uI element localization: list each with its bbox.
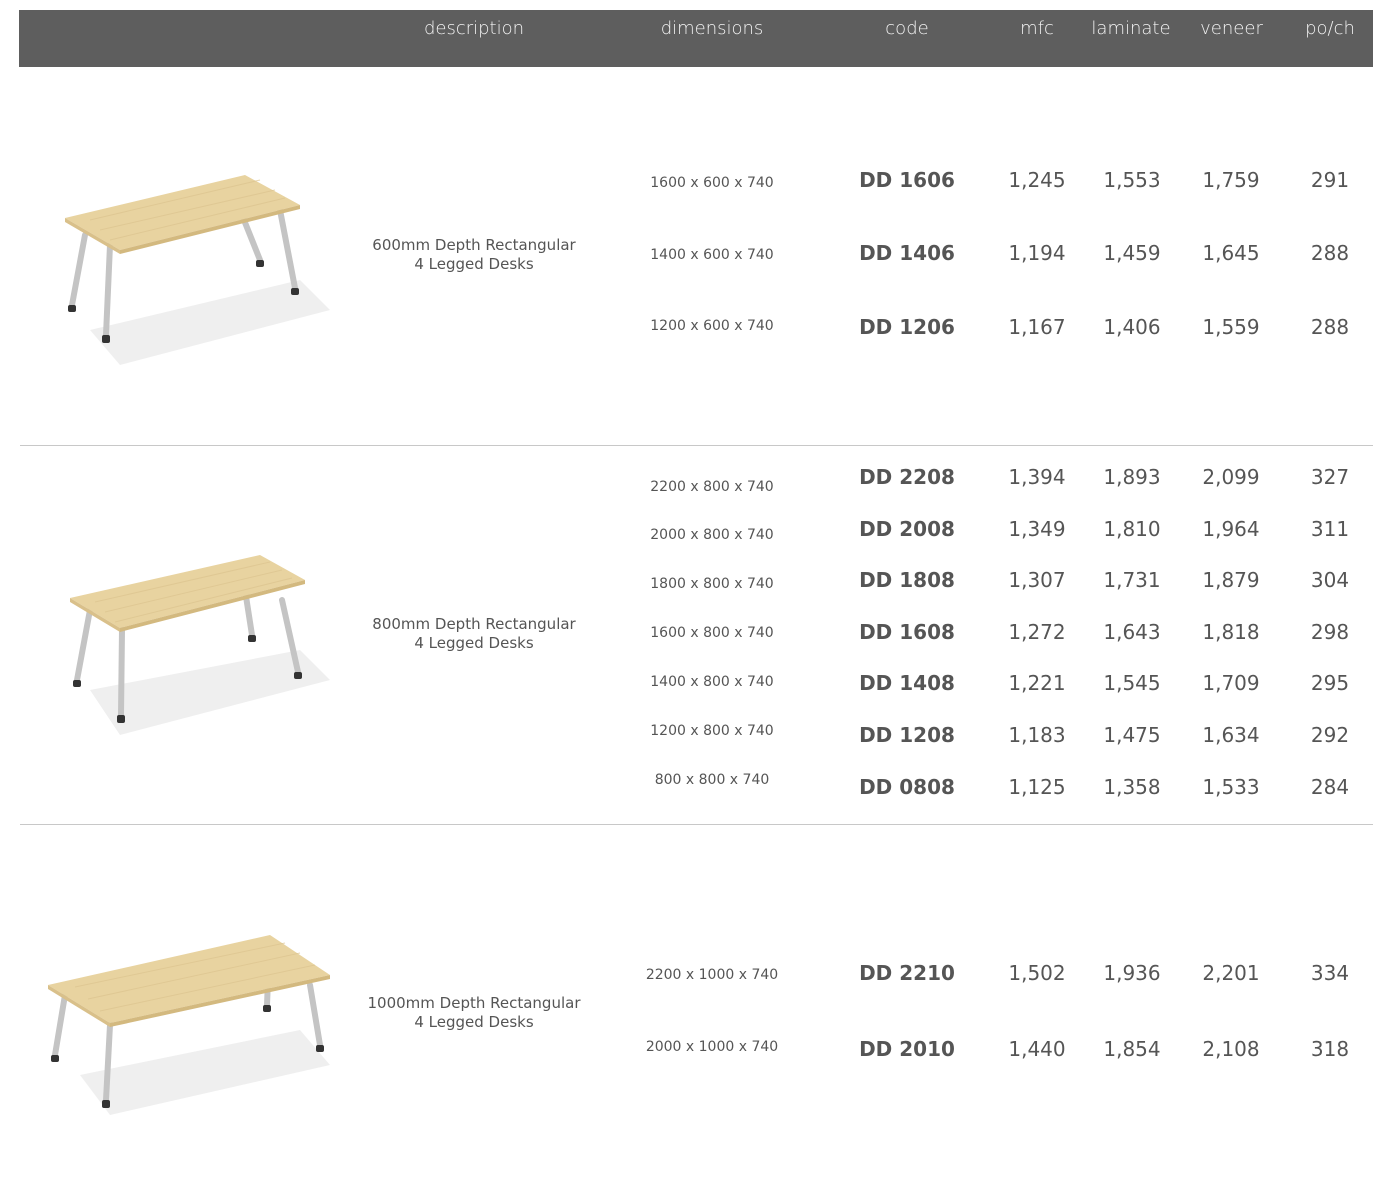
code-cell: DD 1406 (859, 241, 955, 265)
poch-cell: 304 (1310, 568, 1350, 592)
code-cell: DD 0808 (859, 775, 955, 799)
table-row: 1200 x 800 x 740 DD 1208 1,183 1,475 1,6… (0, 723, 1373, 753)
poch-cell: 288 (1310, 241, 1350, 265)
header-dimensions: dimensions (660, 18, 764, 39)
dimensions-cell: 1600 x 800 x 740 (650, 625, 774, 641)
dimensions-cell: 800 x 800 x 740 (654, 772, 770, 788)
table-row: 2000 x 800 x 740 DD 2008 1,349 1,810 1,9… (0, 517, 1373, 547)
mfc-cell: 1,440 (1008, 1037, 1066, 1061)
mfc-cell: 1,125 (1008, 775, 1066, 799)
mfc-cell: 1,349 (1008, 517, 1066, 541)
code-cell: DD 2010 (859, 1037, 955, 1061)
group-description: 1000mm Depth Rectangular 4 Legged Desks (344, 994, 604, 1032)
header-description: description (423, 18, 525, 39)
code-cell: DD 2208 (859, 465, 955, 489)
veneer-cell: 1,879 (1202, 568, 1260, 592)
mfc-cell: 1,272 (1008, 620, 1066, 644)
veneer-cell: 1,818 (1202, 620, 1260, 644)
veneer-cell: 2,108 (1202, 1037, 1260, 1061)
code-cell: DD 1208 (859, 723, 955, 747)
group-divider (20, 445, 1373, 446)
veneer-cell: 2,201 (1202, 961, 1260, 985)
description-line: 1000mm Depth Rectangular (367, 994, 581, 1012)
poch-cell: 292 (1310, 723, 1350, 747)
mfc-cell: 1,502 (1008, 961, 1066, 985)
mfc-cell: 1,307 (1008, 568, 1066, 592)
laminate-cell: 1,936 (1103, 961, 1161, 985)
laminate-cell: 1,810 (1103, 517, 1161, 541)
group-divider (20, 824, 1373, 825)
code-cell: DD 1606 (859, 168, 955, 192)
poch-cell: 295 (1310, 671, 1350, 695)
mfc-cell: 1,245 (1008, 168, 1066, 192)
laminate-cell: 1,459 (1103, 241, 1161, 265)
veneer-cell: 1,533 (1202, 775, 1260, 799)
code-cell: DD 2008 (859, 517, 955, 541)
poch-cell: 288 (1310, 315, 1350, 339)
laminate-cell: 1,406 (1103, 315, 1161, 339)
laminate-cell: 1,643 (1103, 620, 1161, 644)
dimensions-cell: 2000 x 1000 x 740 (645, 1039, 779, 1055)
laminate-cell: 1,545 (1103, 671, 1161, 695)
table-row: 2200 x 800 x 740 DD 2208 1,394 1,893 2,0… (0, 465, 1373, 495)
table-row: 1800 x 800 x 740 DD 1808 1,307 1,731 1,8… (0, 568, 1373, 598)
header-poch: po/ch (1305, 18, 1355, 39)
mfc-cell: 1,221 (1008, 671, 1066, 695)
dimensions-cell: 1800 x 800 x 740 (650, 576, 774, 592)
table-row: 2000 x 1000 x 740 DD 2010 1,440 1,854 2,… (0, 1037, 1373, 1067)
table-row: 1600 x 800 x 740 DD 1608 1,272 1,643 1,8… (0, 620, 1373, 650)
laminate-cell: 1,731 (1103, 568, 1161, 592)
dimensions-cell: 1400 x 800 x 740 (650, 674, 774, 690)
table-row: 1600 x 600 x 740 DD 1606 1,245 1,553 1,7… (0, 168, 1373, 198)
poch-cell: 318 (1310, 1037, 1350, 1061)
laminate-cell: 1,358 (1103, 775, 1161, 799)
veneer-cell: 2,099 (1202, 465, 1260, 489)
dimensions-cell: 1400 x 600 x 740 (650, 247, 774, 263)
laminate-cell: 1,553 (1103, 168, 1161, 192)
poch-cell: 334 (1310, 961, 1350, 985)
poch-cell: 291 (1310, 168, 1350, 192)
poch-cell: 284 (1310, 775, 1350, 799)
dimensions-cell: 1600 x 600 x 740 (650, 175, 774, 191)
poch-cell: 311 (1310, 517, 1350, 541)
description-line: 4 Legged Desks (414, 1013, 534, 1031)
veneer-cell: 1,634 (1202, 723, 1260, 747)
dimensions-cell: 2000 x 800 x 740 (650, 527, 774, 543)
dimensions-cell: 2200 x 800 x 740 (650, 479, 774, 495)
code-cell: DD 1206 (859, 315, 955, 339)
table-row: 1400 x 800 x 740 DD 1408 1,221 1,545 1,7… (0, 671, 1373, 701)
header-laminate: laminate (1091, 18, 1171, 39)
veneer-cell: 1,759 (1202, 168, 1260, 192)
poch-cell: 298 (1310, 620, 1350, 644)
veneer-cell: 1,964 (1202, 517, 1260, 541)
dimensions-cell: 1200 x 600 x 740 (650, 318, 774, 334)
code-cell: DD 2210 (859, 961, 955, 985)
header-code: code (885, 18, 929, 39)
code-cell: DD 1808 (859, 568, 955, 592)
dimensions-cell: 2200 x 1000 x 740 (645, 967, 779, 983)
table-row: 1200 x 600 x 740 DD 1206 1,167 1,406 1,5… (0, 315, 1373, 345)
table-row: 2200 x 1000 x 740 DD 2210 1,502 1,936 2,… (0, 961, 1373, 991)
header-mfc: mfc (1020, 18, 1054, 39)
desk-1000-depth-image (48, 935, 330, 1115)
laminate-cell: 1,854 (1103, 1037, 1161, 1061)
veneer-cell: 1,709 (1202, 671, 1260, 695)
dimensions-cell: 1200 x 800 x 740 (650, 723, 774, 739)
veneer-cell: 1,559 (1202, 315, 1260, 339)
table-row: 1400 x 600 x 740 DD 1406 1,194 1,459 1,6… (0, 241, 1373, 271)
laminate-cell: 1,893 (1103, 465, 1161, 489)
mfc-cell: 1,194 (1008, 241, 1066, 265)
mfc-cell: 1,394 (1008, 465, 1066, 489)
mfc-cell: 1,167 (1008, 315, 1066, 339)
code-cell: DD 1608 (859, 620, 955, 644)
mfc-cell: 1,183 (1008, 723, 1066, 747)
veneer-cell: 1,645 (1202, 241, 1260, 265)
header-veneer: veneer (1200, 18, 1263, 39)
code-cell: DD 1408 (859, 671, 955, 695)
laminate-cell: 1,475 (1103, 723, 1161, 747)
poch-cell: 327 (1310, 465, 1350, 489)
table-row: 800 x 800 x 740 DD 0808 1,125 1,358 1,53… (0, 772, 1373, 805)
